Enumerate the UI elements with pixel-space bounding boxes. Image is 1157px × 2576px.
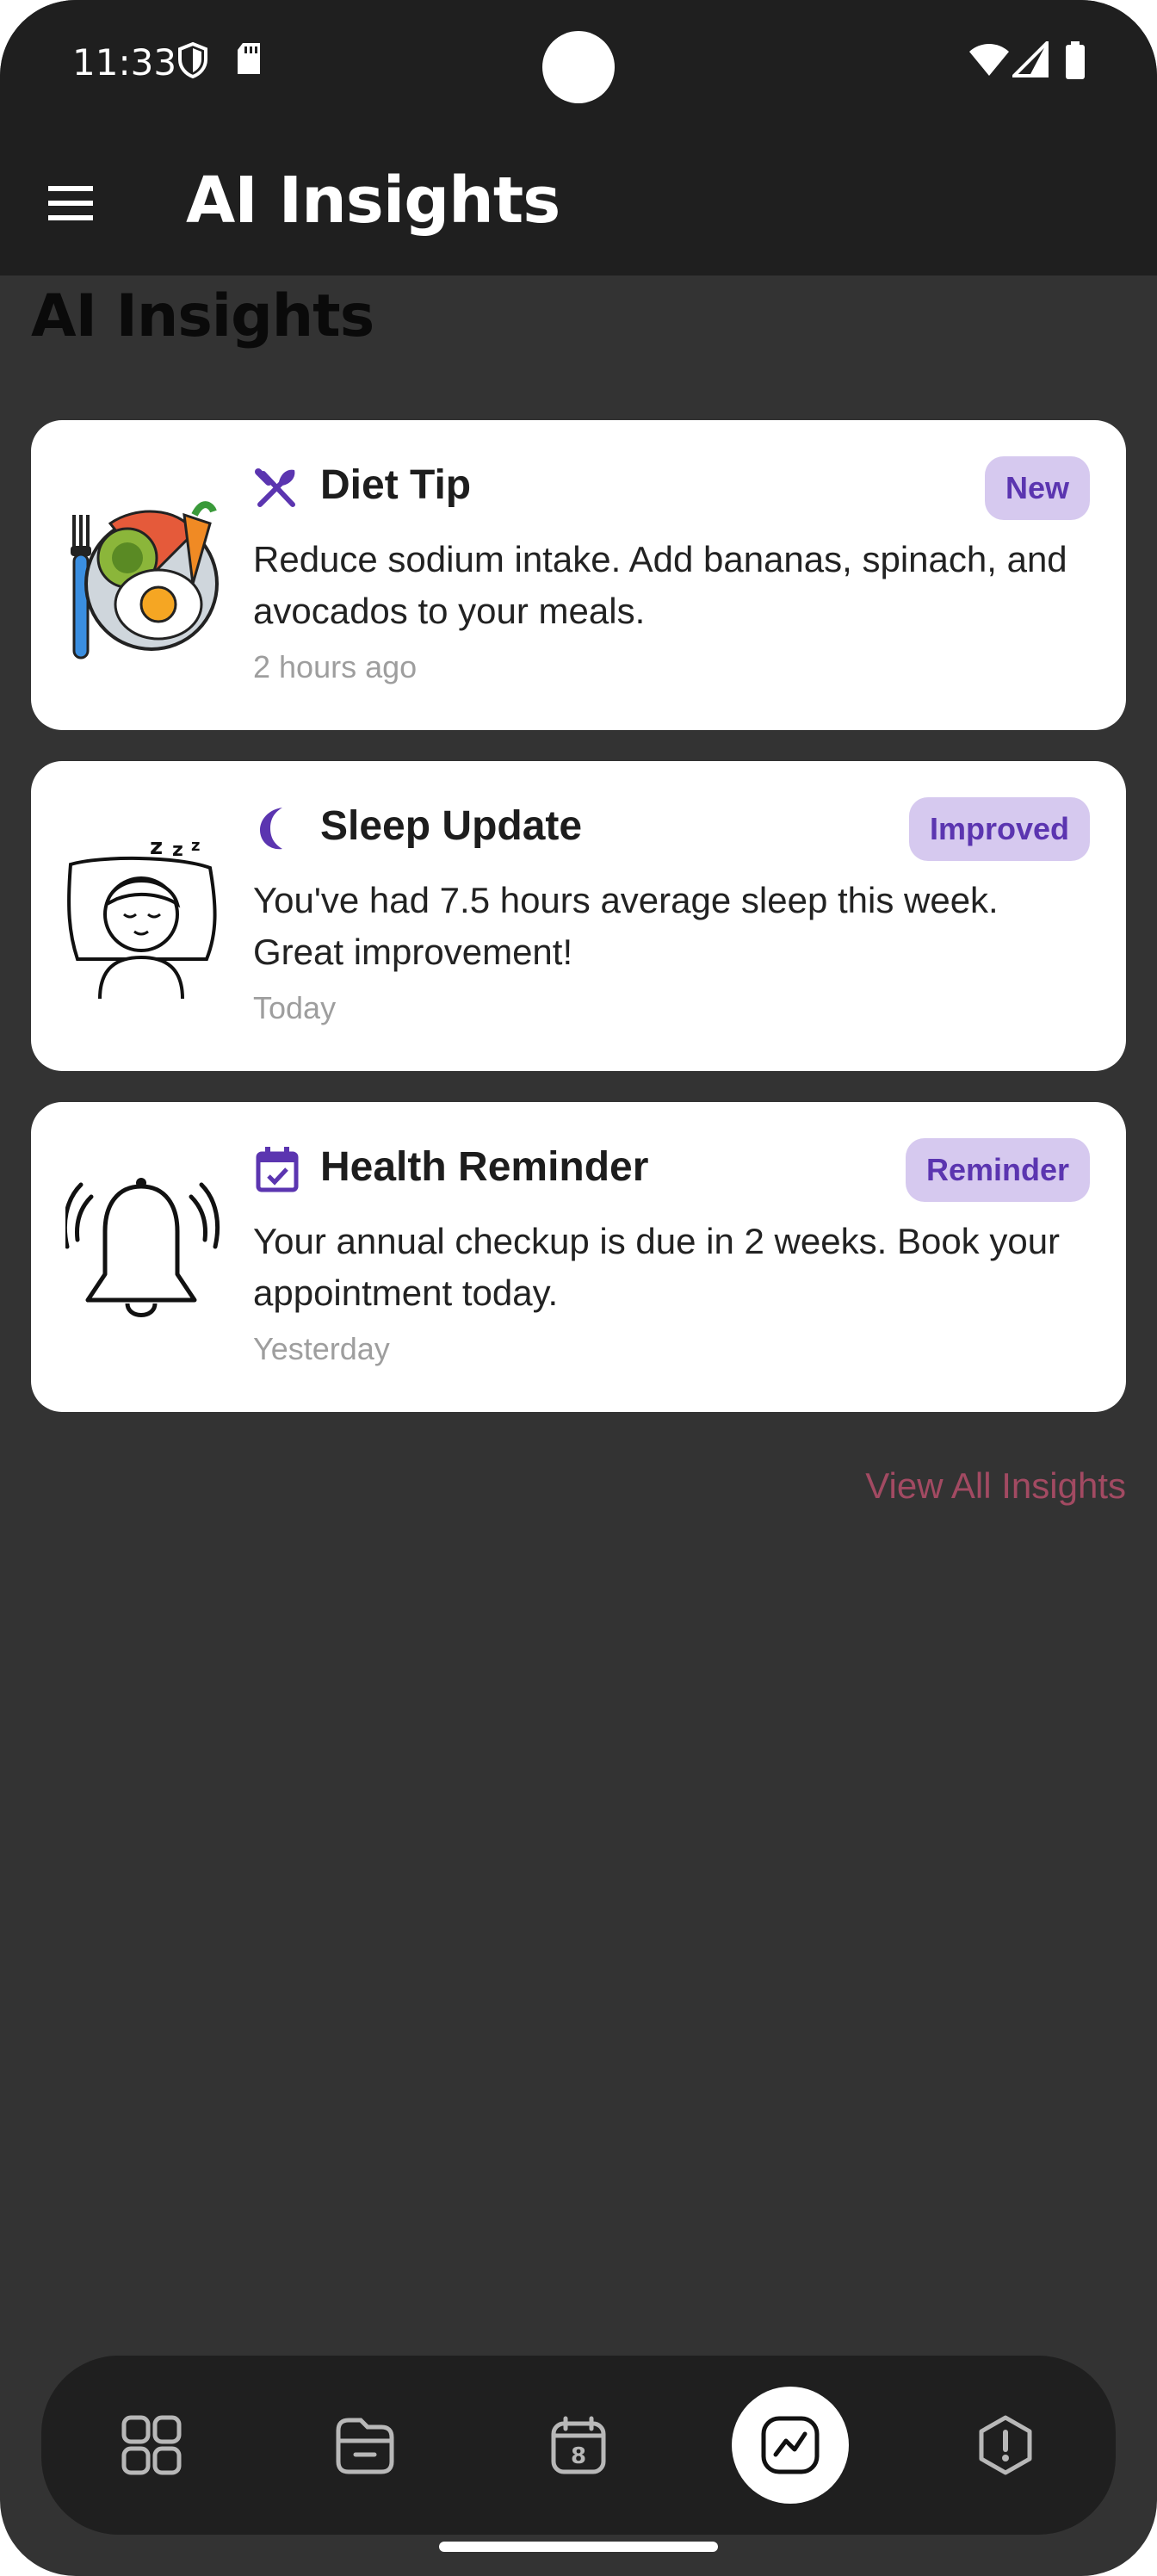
insight-title: Health Reminder (320, 1144, 649, 1190)
insight-card-sleep-update[interactable]: z z z Sleep Update Improved You've had 7… (31, 761, 1126, 1071)
insight-timestamp: Yesterday (253, 1331, 390, 1366)
app-bar: AI Insights (0, 129, 1157, 276)
status-badge: Reminder (905, 1138, 1090, 1202)
hamburger-menu-icon[interactable] (43, 177, 102, 229)
nav-alerts[interactable] (945, 2356, 1066, 2535)
svg-text:z: z (172, 839, 183, 861)
insight-body: You've had 7.5 hours average sleep this … (253, 880, 999, 972)
insight-timestamp: 2 hours ago (253, 649, 418, 684)
bottom-navigation: 8 (41, 2356, 1116, 2535)
insight-card-health-reminder[interactable]: Health Reminder Reminder Your annual che… (31, 1102, 1126, 1412)
nav-records[interactable] (305, 2356, 425, 2535)
status-bar: 11:33 (0, 0, 1157, 129)
signal-icon (1010, 39, 1049, 82)
nav-calendar[interactable]: 8 (518, 2356, 639, 2535)
calendar-icon: 8 (551, 2416, 606, 2474)
utensils-icon (253, 463, 301, 511)
alerts-icon (979, 2415, 1032, 2475)
insight-card-diet-tip[interactable]: Diet Tip New Reduce sodium intake. Add b… (31, 420, 1126, 730)
home-indicator[interactable] (439, 2542, 718, 2552)
insight-title: Diet Tip (320, 462, 472, 508)
calendar-day: 8 (571, 2443, 586, 2469)
calendar-check-icon (253, 1145, 301, 1193)
nav-insights-active[interactable] (732, 2387, 849, 2504)
status-badge: Improved (908, 797, 1090, 861)
svg-text:z: z (191, 837, 200, 855)
page-title: AI Insights (31, 282, 374, 350)
phone-screen: 11:33 AI Insights AI Insights Diet Tip N… (0, 0, 1157, 2576)
status-badge: New (984, 456, 1090, 520)
shield-icon (176, 41, 210, 84)
dashboard-icon (121, 2415, 182, 2475)
bell-illustration (62, 1171, 220, 1343)
records-folder-icon (336, 2418, 394, 2474)
sd-card-icon (234, 41, 263, 80)
app-bar-title: AI Insights (186, 164, 560, 238)
insight-title: Sleep Update (320, 803, 583, 849)
moon-icon (253, 804, 301, 852)
view-all-insights-link[interactable]: View All Insights (865, 1465, 1126, 1507)
battery-icon (1064, 41, 1086, 84)
front-camera (542, 31, 615, 103)
status-time: 11:33 (72, 41, 177, 84)
insight-timestamp: Today (253, 990, 337, 1025)
svg-text:z: z (150, 834, 163, 860)
nav-dashboard[interactable] (91, 2356, 212, 2535)
insight-body: Reduce sodium intake. Add bananas, spina… (253, 539, 1067, 631)
insight-body: Your annual checkup is due in 2 weeks. B… (253, 1221, 1061, 1313)
insights-chart-icon (761, 2416, 820, 2474)
sleeping-person-illustration: z z z (65, 830, 220, 1002)
meal-plate-illustration (65, 489, 220, 661)
wifi-icon (968, 41, 1011, 82)
